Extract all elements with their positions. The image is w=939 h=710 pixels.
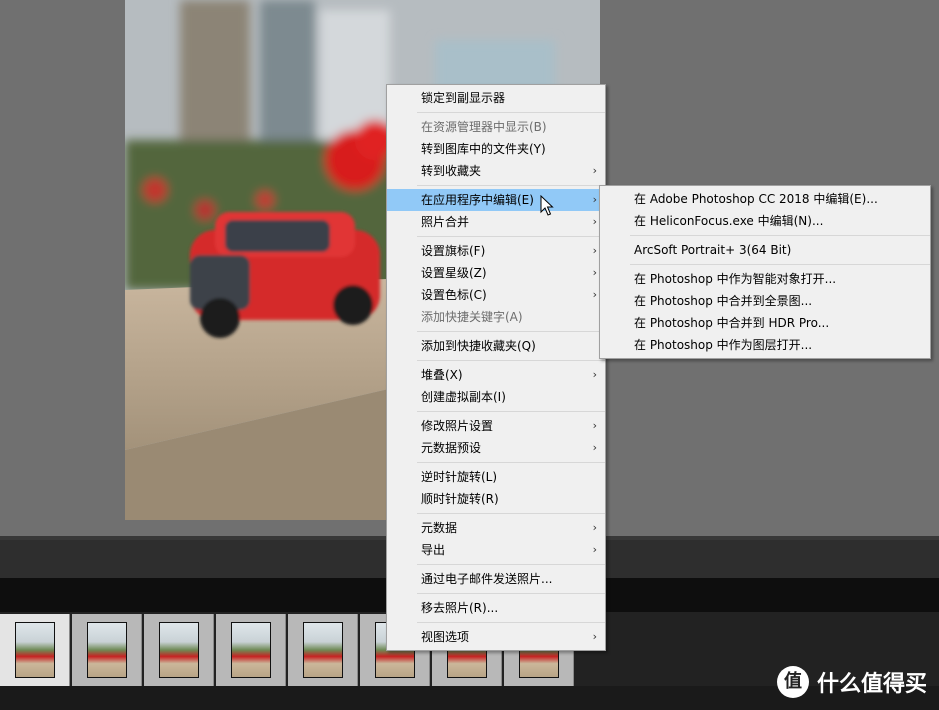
menu-item[interactable]: 添加到快捷收藏夹(Q) bbox=[387, 335, 605, 357]
menu-item[interactable]: 在资源管理器中显示(B) bbox=[387, 116, 605, 138]
menu-separator bbox=[417, 564, 605, 565]
menu-separator bbox=[417, 622, 605, 623]
menu-item-label: 导出 bbox=[421, 543, 446, 557]
menu-item-label: 设置星级(Z) bbox=[421, 266, 487, 280]
menu-item-label: 视图选项 bbox=[421, 630, 470, 644]
menu-item[interactable]: 元数据 › bbox=[387, 517, 605, 539]
menu-separator bbox=[417, 411, 605, 412]
menu-item[interactable]: 设置旗标(F) › bbox=[387, 240, 605, 262]
menu-item-label: 照片合并 bbox=[421, 215, 470, 229]
chevron-right-icon: › bbox=[592, 368, 597, 381]
chevron-right-icon: › bbox=[592, 193, 597, 206]
menu-item-label: ArcSoft Portrait+ 3(64 Bit) bbox=[634, 243, 792, 257]
menu-item[interactable]: 修改照片设置 › bbox=[387, 415, 605, 437]
menu-item[interactable]: 在 Adobe Photoshop CC 2018 中编辑(E)... bbox=[600, 188, 930, 210]
menu-item-label: 逆时针旋转(L) bbox=[421, 470, 498, 484]
menu-item[interactable]: 在 Photoshop 中合并到全景图... bbox=[600, 290, 930, 312]
menu-item-label: 通过电子邮件发送照片... bbox=[421, 572, 553, 586]
menu-item-label: 转到收藏夹 bbox=[421, 164, 482, 178]
menu-item[interactable]: 设置色标(C) › bbox=[387, 284, 605, 306]
menu-item[interactable]: 堆叠(X) › bbox=[387, 364, 605, 386]
menu-item[interactable]: 在 HeliconFocus.exe 中编辑(N)... bbox=[600, 210, 930, 232]
chevron-right-icon: › bbox=[592, 630, 597, 643]
chevron-right-icon: › bbox=[592, 521, 597, 534]
thumbnail-image bbox=[15, 622, 55, 678]
chevron-right-icon: › bbox=[592, 164, 597, 177]
menu-item-label: 元数据预设 bbox=[421, 441, 482, 455]
menu-item-label: 创建虚拟副本(I) bbox=[421, 390, 506, 404]
thumbnail-image bbox=[87, 622, 127, 678]
chevron-right-icon: › bbox=[592, 244, 597, 257]
menu-separator bbox=[417, 236, 605, 237]
filmstrip-thumbnail[interactable] bbox=[72, 614, 142, 686]
menu-item-label: 锁定到副显示器 bbox=[421, 91, 506, 105]
menu-separator bbox=[417, 462, 605, 463]
menu-item-label: 顺时针旋转(R) bbox=[421, 492, 499, 506]
thumbnail-image bbox=[231, 622, 271, 678]
menu-item[interactable]: 在应用程序中编辑(E) › bbox=[387, 189, 605, 211]
menu-item[interactable]: 转到图库中的文件夹(Y) bbox=[387, 138, 605, 160]
filmstrip-thumbnail[interactable] bbox=[216, 614, 286, 686]
chevron-right-icon: › bbox=[592, 441, 597, 454]
menu-item-label: 在 Photoshop 中作为图层打开... bbox=[634, 338, 813, 352]
menu-item-label: 添加到快捷收藏夹(Q) bbox=[421, 339, 536, 353]
watermark: 值 什么值得买 bbox=[776, 666, 927, 698]
filmstrip-thumbnail[interactable] bbox=[144, 614, 214, 686]
menu-separator bbox=[417, 513, 605, 514]
menu-item[interactable]: 逆时针旋转(L) bbox=[387, 466, 605, 488]
menu-item[interactable]: 导出 › bbox=[387, 539, 605, 561]
menu-item[interactable]: ArcSoft Portrait+ 3(64 Bit) bbox=[600, 239, 930, 261]
menu-separator bbox=[630, 264, 930, 265]
edit-in-submenu: 在 Adobe Photoshop CC 2018 中编辑(E)... 在 Hel… bbox=[599, 185, 931, 359]
chevron-right-icon: › bbox=[592, 266, 597, 279]
chevron-right-icon: › bbox=[592, 543, 597, 556]
menu-item[interactable]: 顺时针旋转(R) bbox=[387, 488, 605, 510]
menu-separator bbox=[417, 360, 605, 361]
context-menu: 锁定到副显示器 在资源管理器中显示(B) 转到图库中的文件夹(Y) 转到收藏夹 › 在应用… bbox=[386, 84, 606, 651]
menu-separator bbox=[417, 185, 605, 186]
menu-separator bbox=[417, 331, 605, 332]
menu-item[interactable]: 元数据预设 › bbox=[387, 437, 605, 459]
thumbnail-image bbox=[303, 622, 343, 678]
menu-item-label: 在资源管理器中显示(B) bbox=[421, 120, 547, 134]
menu-item-label: 在 HeliconFocus.exe 中编辑(N)... bbox=[634, 214, 824, 228]
menu-item[interactable]: 在 Photoshop 中作为智能对象打开... bbox=[600, 268, 930, 290]
menu-item-label: 在 Photoshop 中合并到 HDR Pro... bbox=[634, 316, 830, 330]
menu-item[interactable]: 设置星级(Z) › bbox=[387, 262, 605, 284]
menu-item[interactable]: 在 Photoshop 中作为图层打开... bbox=[600, 334, 930, 356]
watermark-text: 什么值得买 bbox=[816, 672, 927, 697]
menu-item-label: 设置色标(C) bbox=[421, 288, 487, 302]
thumbnail-image bbox=[159, 622, 199, 678]
menu-item[interactable]: 转到收藏夹 › bbox=[387, 160, 605, 182]
menu-item-label: 移去照片(R)... bbox=[421, 601, 499, 615]
mouse-cursor-icon bbox=[540, 195, 554, 216]
menu-item-label: 堆叠(X) bbox=[421, 368, 463, 382]
menu-item-label: 修改照片设置 bbox=[421, 419, 494, 433]
menu-item[interactable]: 通过电子邮件发送照片... bbox=[387, 568, 605, 590]
menu-separator bbox=[630, 235, 930, 236]
menu-item[interactable]: 在 Photoshop 中合并到 HDR Pro... bbox=[600, 312, 930, 334]
menu-item-label: 在 Photoshop 中合并到全景图... bbox=[634, 294, 813, 308]
menu-item[interactable]: 创建虚拟副本(I) bbox=[387, 386, 605, 408]
menu-item-label: 转到图库中的文件夹(Y) bbox=[421, 142, 546, 156]
menu-item[interactable]: 添加快捷关键字(A) bbox=[387, 306, 605, 328]
menu-separator bbox=[417, 593, 605, 594]
menu-item-label: 在应用程序中编辑(E) bbox=[421, 193, 534, 207]
menu-item-label: 设置旗标(F) bbox=[421, 244, 486, 258]
menu-item[interactable]: 照片合并 › bbox=[387, 211, 605, 233]
chevron-right-icon: › bbox=[592, 288, 597, 301]
menu-separator bbox=[417, 112, 605, 113]
menu-item-label: 添加快捷关键字(A) bbox=[421, 310, 523, 324]
menu-item[interactable]: 视图选项 › bbox=[387, 626, 605, 648]
watermark-logo: 值 bbox=[776, 666, 809, 698]
filmstrip-thumbnail[interactable] bbox=[288, 614, 358, 686]
menu-item[interactable]: 移去照片(R)... bbox=[387, 597, 605, 619]
menu-item-label: 在 Photoshop 中作为智能对象打开... bbox=[634, 272, 837, 286]
menu-item[interactable]: 锁定到副显示器 bbox=[387, 87, 605, 109]
filmstrip-thumbnail[interactable] bbox=[0, 614, 70, 686]
chevron-right-icon: › bbox=[592, 215, 597, 228]
menu-item-label: 元数据 bbox=[421, 521, 458, 535]
chevron-right-icon: › bbox=[592, 419, 597, 432]
menu-item-label: 在 Adobe Photoshop CC 2018 中编辑(E)... bbox=[634, 192, 878, 206]
